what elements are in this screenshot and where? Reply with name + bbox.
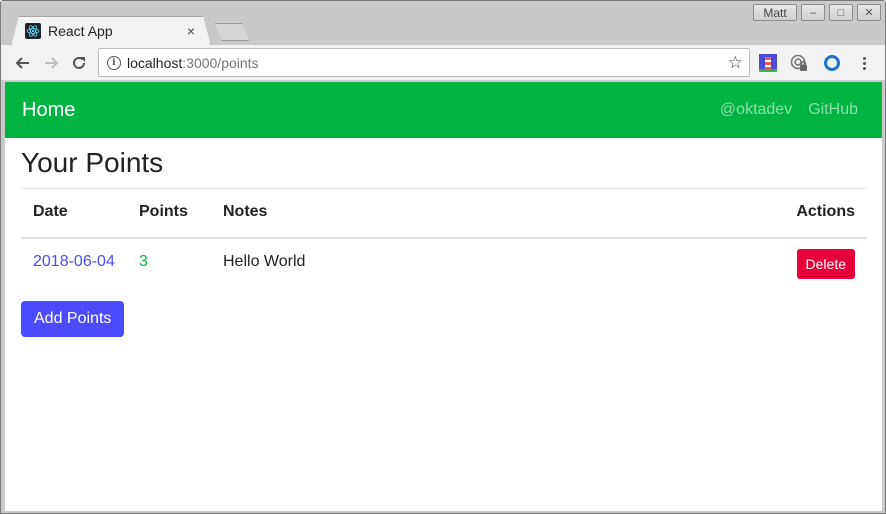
tab-strip: React App × Matt – □ ✕: [1, 1, 885, 45]
delete-button[interactable]: Delete: [796, 249, 855, 279]
user-profile-button[interactable]: Matt: [753, 4, 797, 21]
back-arrow-icon: [15, 57, 29, 69]
browser-toolbar: i localhost:3000/points ☆: [1, 45, 885, 81]
url-host: localhost: [127, 54, 183, 71]
tab-react-app[interactable]: React App ×: [15, 17, 207, 45]
reload-button[interactable]: [69, 53, 89, 73]
add-points-button[interactable]: Add Points: [21, 301, 125, 337]
info-icon[interactable]: i: [107, 55, 121, 70]
okta-icon[interactable]: [823, 54, 841, 72]
close-window-button[interactable]: ✕: [857, 4, 881, 21]
back-button[interactable]: [13, 53, 33, 73]
url-text[interactable]: localhost:3000/points: [127, 55, 728, 71]
home-link[interactable]: Home: [22, 99, 75, 122]
react-logo-icon: [25, 23, 41, 39]
tab-title: React App: [48, 23, 113, 39]
forward-arrow-icon: [45, 57, 59, 69]
browser-window: React App × Matt – □ ✕ i localhost:3000/…: [0, 0, 886, 514]
page-title: Your Points: [21, 147, 867, 189]
app-navbar: Home @oktadev GitHub: [5, 82, 882, 138]
forward-button[interactable]: [41, 53, 61, 73]
reload-icon: [73, 56, 85, 69]
star-icon[interactable]: ☆: [728, 53, 743, 73]
github-link[interactable]: GitHub: [808, 101, 858, 119]
table-row: 2018-06-04 3 Hello World Delete: [21, 238, 867, 291]
oktadev-link[interactable]: @oktadev: [720, 101, 792, 119]
new-tab-button[interactable]: [215, 23, 249, 41]
address-bar[interactable]: i localhost:3000/points ☆: [98, 48, 750, 77]
url-path: :3000/points: [182, 54, 259, 71]
table-header-row: Date Points Notes Actions: [21, 189, 867, 239]
window-controls: Matt – □ ✕: [753, 4, 881, 21]
lighthouse-icon[interactable]: [759, 54, 777, 72]
tab-close-icon[interactable]: ×: [187, 23, 195, 39]
notes-value: Hello World: [223, 253, 306, 270]
column-header-date: Date: [21, 189, 127, 239]
password-manager-icon[interactable]: [790, 54, 808, 72]
maximize-button[interactable]: □: [829, 4, 853, 21]
date-link[interactable]: 2018-06-04: [33, 253, 115, 270]
column-header-points: Points: [127, 189, 211, 239]
column-header-notes: Notes: [211, 189, 581, 239]
three-dots-menu-icon[interactable]: [855, 54, 873, 72]
points-value: 3: [139, 253, 148, 270]
navbar-links: @oktadev GitHub: [720, 101, 858, 119]
page-viewport: Home @oktadev GitHub Your Points Date Po…: [5, 82, 882, 511]
points-table: Date Points Notes Actions 2018-06-04 3 H…: [21, 189, 867, 291]
main-content: Your Points Date Points Notes Actions 20…: [5, 147, 882, 337]
column-header-actions: Actions: [580, 189, 867, 239]
minimize-button[interactable]: –: [801, 4, 825, 21]
